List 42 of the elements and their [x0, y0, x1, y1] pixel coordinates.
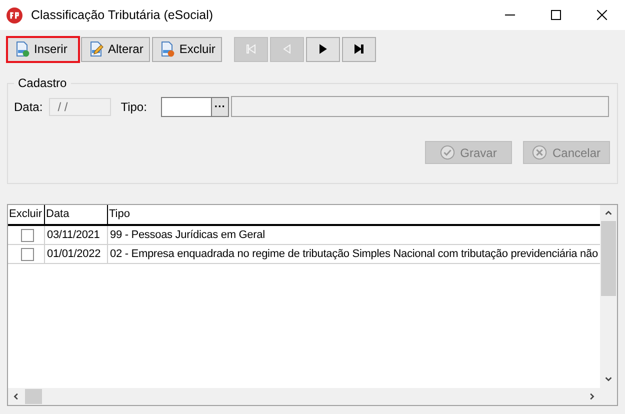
arrow-icon	[282, 44, 292, 54]
checkbox[interactable]	[20, 228, 34, 242]
description-field[interactable]	[230, 96, 609, 117]
toolbar-button[interactable]: Inserir	[7, 36, 79, 62]
check-icon	[440, 145, 456, 160]
table-cell: 03/11/2021	[45, 226, 108, 244]
maximize-icon[interactable]	[551, 10, 561, 20]
scrollbar-thumb[interactable]	[25, 389, 42, 404]
arrow-icon	[318, 44, 328, 54]
vertical-scrollbar[interactable]	[600, 205, 617, 405]
close-icon[interactable]	[597, 10, 607, 20]
skip-arrow-icon	[246, 44, 256, 54]
cancel-icon	[532, 145, 548, 160]
group-title: Cadastro	[17, 76, 68, 90]
scroll-down-icon[interactable]	[604, 374, 613, 383]
horizontal-scrollbar[interactable]	[8, 388, 600, 405]
window-title: Classificação Tributária (eSocial)	[31, 8, 214, 22]
checkbox[interactable]	[20, 248, 34, 260]
last-record-button[interactable]	[342, 36, 376, 62]
lookup-button[interactable]: ···	[210, 96, 229, 116]
table-cell-text: 99 - Pessoas Jurídicas em Geral	[109, 228, 266, 243]
toolbar-button[interactable]: Excluir	[152, 36, 222, 62]
input-field[interactable]	[160, 96, 211, 116]
scroll-right-icon[interactable]	[587, 392, 596, 401]
scroll-left-icon[interactable]	[12, 392, 21, 401]
date-field[interactable]: / /	[48, 98, 111, 116]
next-record-button[interactable]	[306, 36, 340, 62]
app-logo-icon	[6, 6, 23, 24]
document-pencil-icon	[88, 41, 104, 57]
table-cell-text: 02 - Empresa enquadrada no regime de tributação Simples Nacional com tributação previdenciária não	[109, 247, 599, 262]
skip-arrow-icon	[354, 44, 364, 54]
column-header[interactable]: Excluir	[8, 205, 45, 224]
field-label: Tipo:	[120, 100, 147, 114]
column-header[interactable]: Data	[45, 205, 108, 224]
document-icon	[14, 41, 30, 57]
scroll-up-icon[interactable]	[604, 209, 613, 218]
scrollbar-thumb[interactable]	[601, 221, 616, 296]
column-header[interactable]: Tipo	[108, 205, 600, 224]
document-icon	[159, 41, 176, 57]
table-cell: 01/01/2022	[45, 245, 108, 263]
toolbar-button[interactable]: Alterar	[81, 36, 150, 62]
field-label: Data:	[14, 100, 43, 114]
